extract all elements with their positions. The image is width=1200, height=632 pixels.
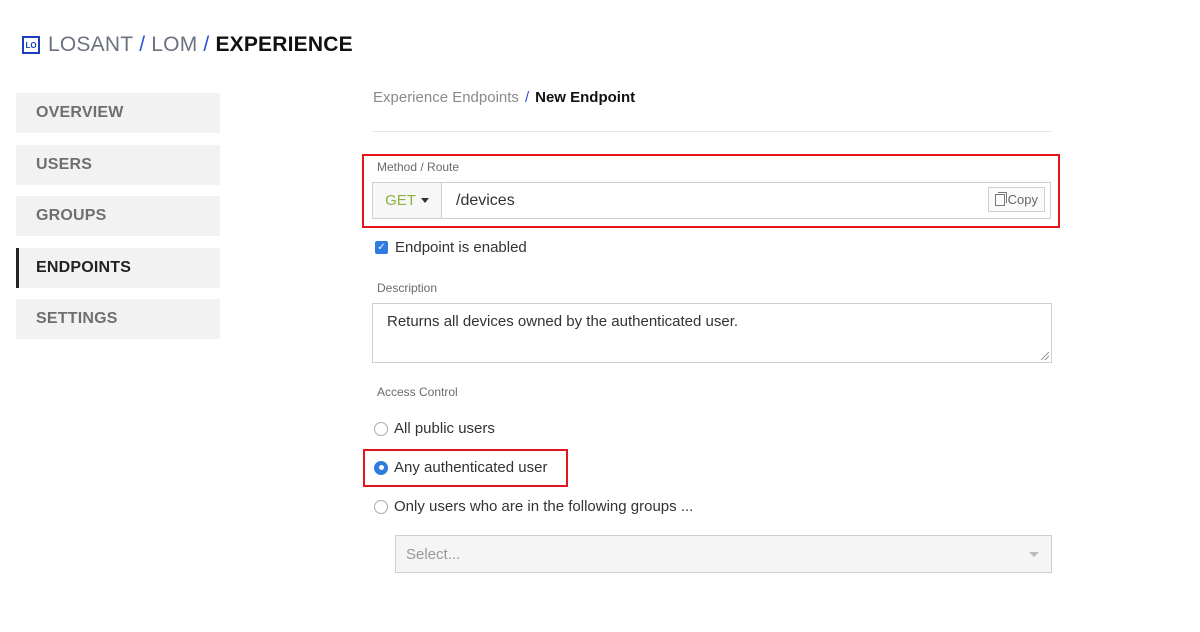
breadcrumb-separator: / — [524, 89, 530, 106]
chevron-down-icon — [1029, 552, 1039, 557]
crumb-app[interactable]: LOM — [151, 33, 197, 56]
sidebar-item-users[interactable]: USERS — [16, 144, 220, 185]
description-label: Description — [377, 281, 438, 295]
losant-logo: LO — [22, 36, 40, 54]
enabled-label: Endpoint is enabled — [395, 239, 527, 256]
breadcrumb: Experience Endpoints / New Endpoint — [373, 89, 635, 106]
method-route-group: GET Copy — [372, 182, 1051, 219]
sidebar-nav: OVERVIEW USERS GROUPS ENDPOINTS SETTINGS — [16, 93, 220, 351]
crumb-org[interactable]: LOSANT — [48, 33, 133, 56]
divider — [373, 131, 1051, 132]
copy-button[interactable]: Copy — [987, 187, 1045, 212]
enabled-checkbox-row[interactable]: ✓ Endpoint is enabled — [375, 239, 527, 256]
access-option-groups[interactable]: Only users who are in the following grou… — [374, 498, 693, 515]
crumb-separator: / — [203, 33, 210, 56]
crumb-separator: / — [139, 33, 146, 56]
sidebar-item-settings[interactable]: SETTINGS — [16, 299, 220, 339]
sidebar-item-groups[interactable]: GROUPS — [16, 196, 220, 236]
caret-down-icon — [420, 198, 429, 203]
access-option-label: Any authenticated user — [394, 459, 548, 476]
app-header: LO LOSANT / LOM / EXPERIENCE — [22, 32, 353, 58]
page-title: New Endpoint — [535, 89, 636, 106]
enabled-checkbox[interactable]: ✓ — [375, 241, 388, 254]
description-text: Returns all devices owned by the authent… — [387, 313, 739, 330]
access-option-label: Only users who are in the following grou… — [394, 498, 694, 515]
radio-button-selected[interactable] — [374, 460, 388, 475]
description-textarea[interactable]: Returns all devices owned by the authent… — [372, 303, 1052, 363]
route-input[interactable] — [442, 183, 983, 218]
resize-handle-icon[interactable] — [1041, 352, 1049, 360]
top-breadcrumb: LOSANT / LOM / EXPERIENCE — [48, 33, 353, 57]
radio-button[interactable] — [374, 421, 388, 436]
breadcrumb-parent[interactable]: Experience Endpoints — [373, 89, 519, 106]
access-option-label: All public users — [394, 420, 495, 437]
groups-select[interactable]: Select... — [395, 535, 1052, 573]
method-dropdown[interactable]: GET — [373, 183, 442, 218]
method-value: GET — [385, 192, 416, 209]
copy-icon — [994, 191, 1007, 206]
sidebar-item-overview[interactable]: OVERVIEW — [16, 93, 220, 133]
groups-select-placeholder: Select... — [406, 545, 461, 563]
access-option-public[interactable]: All public users — [374, 420, 495, 437]
radio-button[interactable] — [374, 499, 388, 514]
crumb-current: EXPERIENCE — [215, 33, 353, 56]
sidebar-item-endpoints[interactable]: ENDPOINTS — [16, 247, 220, 288]
access-option-authenticated[interactable]: Any authenticated user — [374, 459, 547, 476]
access-control-label: Access Control — [377, 385, 458, 399]
method-route-label: Method / Route — [377, 160, 460, 174]
copy-label: Copy — [1007, 192, 1038, 207]
